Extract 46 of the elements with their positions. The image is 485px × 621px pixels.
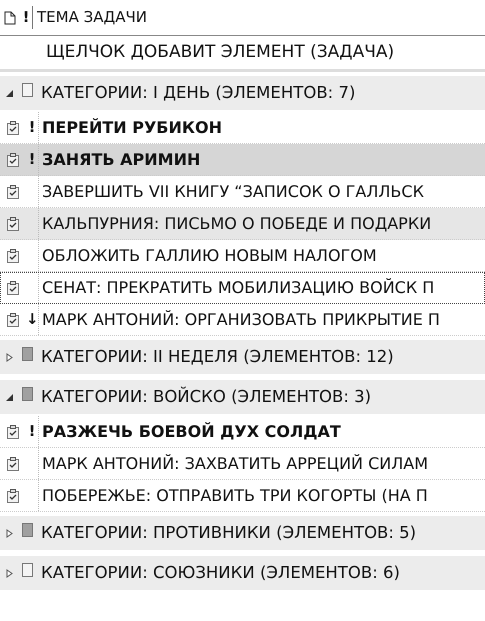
priority-mark: ↓ [26, 310, 39, 328]
expand-arrow-icon[interactable] [4, 352, 14, 362]
new-task-field[interactable]: ЩЕЛЧОК ДОБАВИТ ЭЛЕМЕНТ (ЗАДАЧА) [46, 40, 476, 66]
group-header: КАТЕГОРИИ: ПРОТИВНИКИ (ЭЛЕМЕНТОВ: 5) [41, 522, 416, 544]
task-subject: ЗАВЕРШИТЬ VII КНИГУ “ЗАПИСОК О ГАЛЛЬСК [38, 176, 424, 207]
task-clipboard-icon [6, 184, 20, 200]
group-header: КАТЕГОРИИ: СОЮЗНИКИ (ЭЛЕМЕНТОВ: 6) [41, 562, 400, 584]
task-clipboard-icon [6, 120, 20, 136]
task-row[interactable]: ПОБЕРЕЖЬЕ: ОТПРАВИТЬ ТРИ КОГОРТЫ (НА П [0, 480, 485, 512]
task-subject: ПОБЕРЕЖЬЕ: ОТПРАВИТЬ ТРИ КОГОРТЫ (НА П [38, 480, 428, 511]
task-row[interactable]: МАРК АНТОНИЙ: ЗАХВАТИТЬ АРРЕЦИЙ СИЛАМ [0, 448, 485, 480]
column-header: ТЕМА ЗАДАЧИ [32, 6, 147, 29]
task-subject: ПЕРЕЙТИ РУБИКОН [38, 112, 222, 143]
priority-mark: ! [28, 422, 36, 440]
importance-column-header: ! [22, 7, 30, 28]
expand-arrow-icon[interactable] [4, 568, 14, 578]
task-row[interactable]: КАЛЬПУРНИЯ: ПИСЬМО О ПОБЕДЕ И ПОДАРКИ [0, 208, 485, 240]
priority-mark: ! [28, 118, 36, 136]
task-subject: ОБЛОЖИТЬ ГАЛЛИЮ НОВЫМ НАЛОГОМ [38, 240, 377, 271]
priority-mark: ! [28, 150, 36, 168]
task-subject: КАЛЬПУРНИЯ: ПИСЬМО О ПОБЕДЕ И ПОДАРКИ [38, 208, 432, 239]
task-row[interactable]: ! ЗАНЯТЬ АРИМИН [0, 144, 485, 176]
group-header: КАТЕГОРИИ: ВОЙСКО (ЭЛЕМЕНТОВ: 3) [41, 386, 372, 408]
task-clipboard-icon [6, 248, 20, 264]
task-clipboard-icon [6, 152, 20, 168]
task-clipboard-icon [6, 456, 20, 472]
task-clipboard-icon [6, 312, 20, 328]
task-clipboard-icon [6, 424, 20, 440]
document-icon [4, 10, 16, 24]
expand-arrow-icon[interactable] [4, 528, 14, 538]
task-row[interactable]: ↓ МАРК АНТОНИЙ: ОРГАНИЗОВАТЬ ПРИКРЫТИЕ П [0, 304, 485, 336]
task-subject: СЕНАТ: ПРЕКРАТИТЬ МОБИЛИЗАЦИЮ ВОЙСК П [38, 272, 434, 303]
collapse-arrow-icon[interactable] [4, 392, 14, 402]
group-header: КАТЕГОРИИ: II НЕДЕЛЯ (ЭЛЕМЕНТОВ: 12) [41, 346, 394, 368]
group-header: КАТЕГОРИИ: I ДЕНЬ (ЭЛЕМЕНТОВ: 7) [41, 82, 356, 104]
task-clipboard-icon [6, 216, 20, 232]
task-subject: ЗАНЯТЬ АРИМИН [38, 144, 200, 175]
collapse-arrow-icon[interactable] [4, 88, 14, 98]
task-subject: МАРК АНТОНИЙ: ОРГАНИЗОВАТЬ ПРИКРЫТИЕ П [38, 304, 440, 335]
task-clipboard-icon [6, 280, 20, 296]
task-subject: МАРК АНТОНИЙ: ЗАХВАТИТЬ АРРЕЦИЙ СИЛАМ [38, 448, 428, 479]
task-row[interactable]: ! РАЗЖЕЧЬ БОЕВОЙ ДУХ СОЛДАТ [0, 416, 485, 448]
task-row[interactable]: ОБЛОЖИТЬ ГАЛЛИЮ НОВЫМ НАЛОГОМ [0, 240, 485, 272]
task-row[interactable]: СЕНАТ: ПРЕКРАТИТЬ МОБИЛИЗАЦИЮ ВОЙСК П [0, 272, 485, 304]
task-subject: РАЗЖЕЧЬ БОЕВОЙ ДУХ СОЛДАТ [38, 416, 341, 447]
task-clipboard-icon [6, 488, 20, 504]
